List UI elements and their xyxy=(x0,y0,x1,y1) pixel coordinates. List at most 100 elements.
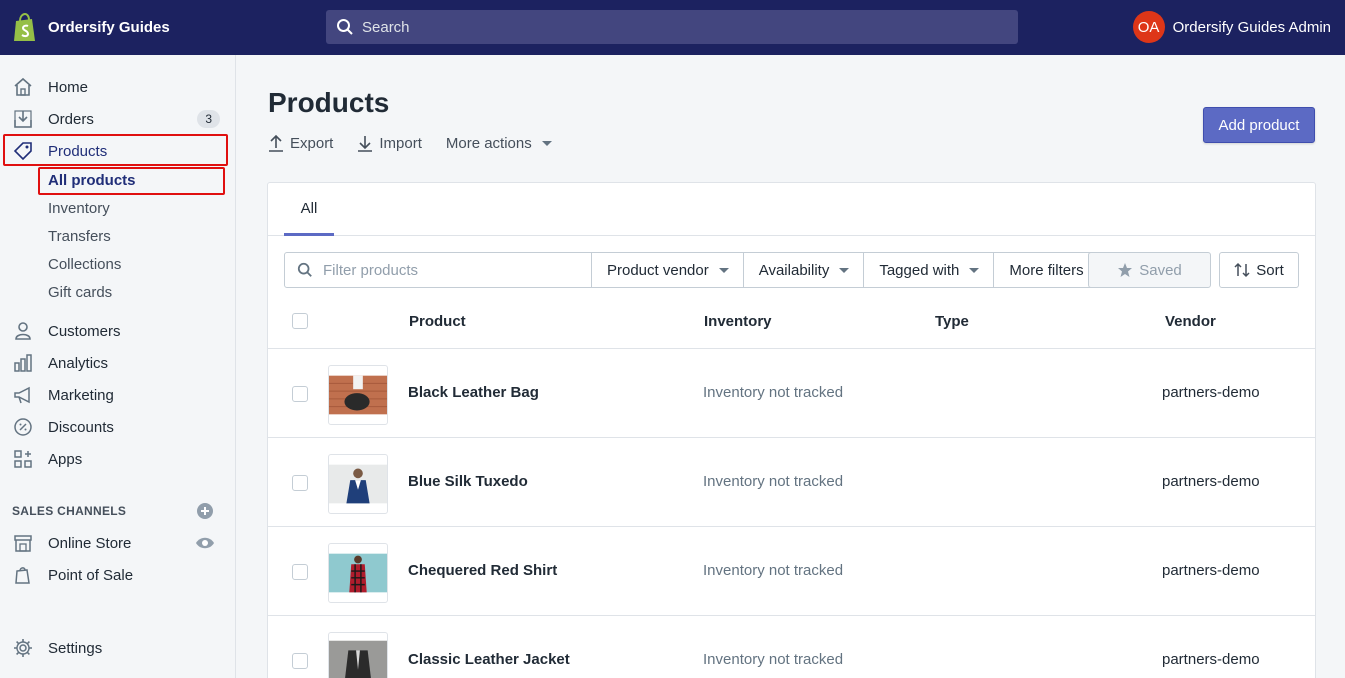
product-inventory: Inventory not tracked xyxy=(703,562,844,579)
column-header-type: Type xyxy=(935,313,969,330)
store-name: Ordersify Guides xyxy=(48,19,170,36)
more-actions-dropdown[interactable]: More actions xyxy=(446,135,552,152)
filter-label: Availability xyxy=(758,261,830,279)
product-thumbnail-jacket xyxy=(328,632,388,678)
caret-down-icon xyxy=(718,267,729,273)
column-header-inventory: Inventory xyxy=(704,313,772,330)
all-products-highlight-box xyxy=(38,167,225,195)
sort-label: Sort xyxy=(1256,261,1284,279)
column-header-product: Product xyxy=(409,313,466,330)
product-thumbnail-bag xyxy=(328,365,388,425)
product-vendor-filter[interactable]: Product vendor xyxy=(592,252,744,288)
sub-item-inventory[interactable]: Inventory xyxy=(48,200,110,217)
filter-field[interactable] xyxy=(284,252,592,288)
product-vendor: partners-demo xyxy=(1162,651,1260,668)
products-highlight-box xyxy=(3,134,228,166)
select-all-checkbox[interactable] xyxy=(292,313,308,329)
sidebar-item-settings[interactable]: Settings xyxy=(0,632,236,664)
search-icon xyxy=(297,262,312,277)
row-checkbox[interactable] xyxy=(292,386,308,402)
pos-icon xyxy=(12,564,34,586)
more-actions-label: More actions xyxy=(445,134,532,152)
store-brand[interactable]: Ordersify Guides xyxy=(0,12,326,43)
sidebar-item-label: Point of Sale xyxy=(48,566,134,584)
sidebar-item-label: Discounts xyxy=(48,418,114,436)
analytics-icon xyxy=(12,352,34,374)
top-bar: Ordersify Guides OA Ordersify Guides Adm… xyxy=(0,0,1345,55)
product-thumbnail-tuxedo xyxy=(328,454,388,514)
sub-item-gift-cards[interactable]: Gift cards xyxy=(48,284,112,301)
sidebar-item-marketing[interactable]: Marketing xyxy=(0,379,236,411)
product-name[interactable]: Black Leather Bag xyxy=(408,384,539,401)
table-row[interactable]: Black Leather Bag Inventory not tracked … xyxy=(268,349,1315,438)
product-vendor: partners-demo xyxy=(1162,384,1260,401)
sidebar-item-label: Online Store xyxy=(48,534,132,552)
search-input[interactable] xyxy=(362,18,962,36)
table-header: Product Inventory Type Vendor xyxy=(268,296,1315,349)
sidebar-item-label: Orders xyxy=(48,110,94,128)
row-checkbox[interactable] xyxy=(292,475,308,491)
sub-item-collections[interactable]: Collections xyxy=(48,256,121,273)
global-search[interactable] xyxy=(326,10,1018,44)
sidebar-item-label: Apps xyxy=(48,450,83,468)
table-row[interactable]: Classic Leather Jacket Inventory not tra… xyxy=(268,616,1315,678)
product-inventory: Inventory not tracked xyxy=(703,473,844,490)
sub-item-transfers[interactable]: Transfers xyxy=(48,228,111,245)
product-vendor: partners-demo xyxy=(1162,562,1260,579)
apps-icon xyxy=(12,448,34,470)
availability-filter[interactable]: Availability xyxy=(743,252,865,288)
sidebar-item-point-of-sale[interactable]: Point of Sale xyxy=(0,559,236,591)
product-vendor: partners-demo xyxy=(1162,473,1260,490)
row-checkbox[interactable] xyxy=(292,653,308,669)
megaphone-icon xyxy=(12,384,34,406)
add-circle-icon[interactable] xyxy=(196,502,214,520)
sidebar-item-orders[interactable]: Orders 3 xyxy=(0,103,236,135)
column-header-vendor: Vendor xyxy=(1165,313,1216,330)
sidebar-item-label: Settings xyxy=(48,639,103,657)
sidebar-item-label: Customers xyxy=(48,322,121,340)
sidebar-item-apps[interactable]: Apps xyxy=(0,443,236,475)
gear-icon xyxy=(12,637,34,659)
customer-icon xyxy=(12,320,34,342)
store-icon xyxy=(12,532,34,554)
page-actions: Export Import More actions xyxy=(268,134,576,152)
product-name[interactable]: Blue Silk Tuxedo xyxy=(408,473,528,490)
row-checkbox[interactable] xyxy=(292,564,308,580)
import-action[interactable]: Import xyxy=(357,134,422,152)
shopify-bag-icon xyxy=(14,12,35,41)
product-inventory: Inventory not tracked xyxy=(703,651,844,668)
add-product-button[interactable]: Add product xyxy=(1203,107,1315,143)
caret-down-icon xyxy=(969,267,980,273)
filter-bar: Product vendor Availability Tagged with … xyxy=(284,252,1099,288)
sidebar-item-label: Home xyxy=(48,78,89,96)
sidebar-item-customers[interactable]: Customers xyxy=(0,315,236,347)
saved-button[interactable]: Saved xyxy=(1088,252,1211,288)
export-label: Export xyxy=(290,134,334,152)
avatar: OA xyxy=(1132,11,1165,43)
sidebar-item-analytics[interactable]: Analytics xyxy=(0,347,236,379)
user-menu[interactable]: OA Ordersify Guides Admin xyxy=(1132,11,1331,43)
sidebar-item-label: Analytics xyxy=(48,354,109,372)
caret-down-icon xyxy=(839,267,850,273)
sidebar-item-home[interactable]: Home xyxy=(0,71,236,103)
sidebar-item-discounts[interactable]: Discounts xyxy=(0,411,236,443)
caret-down-icon xyxy=(541,140,552,146)
product-name[interactable]: Chequered Red Shirt xyxy=(408,562,557,579)
sidebar: Home Orders 3 Products All products Inve… xyxy=(0,55,236,678)
download-icon xyxy=(358,136,373,152)
export-action[interactable]: Export xyxy=(268,134,333,152)
table-row[interactable]: Blue Silk Tuxedo Inventory not tracked p… xyxy=(268,438,1315,527)
eye-icon[interactable] xyxy=(195,536,215,550)
tagged-with-filter[interactable]: Tagged with xyxy=(864,252,995,288)
filter-label: More filters xyxy=(1009,261,1084,279)
filter-products-input[interactable] xyxy=(323,261,573,279)
sort-button[interactable]: Sort xyxy=(1219,252,1299,288)
orders-icon xyxy=(12,108,34,130)
table-row[interactable]: Chequered Red Shirt Inventory not tracke… xyxy=(268,527,1315,616)
tab-all[interactable]: All xyxy=(284,183,334,236)
product-thumbnail-shirt xyxy=(328,543,388,603)
product-name[interactable]: Classic Leather Jacket xyxy=(408,651,570,668)
import-label: Import xyxy=(379,134,422,152)
product-inventory: Inventory not tracked xyxy=(703,384,844,401)
more-filters-button[interactable]: More filters xyxy=(994,252,1099,288)
